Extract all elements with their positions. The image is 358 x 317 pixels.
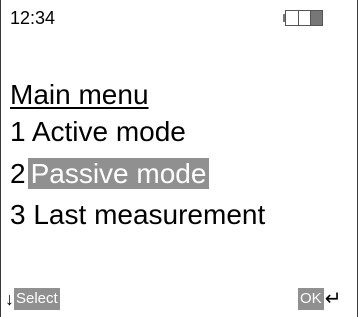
- ok-softkey-label: OK: [298, 288, 324, 310]
- menu-item-number: 2: [10, 158, 26, 189]
- menu-item-active-mode[interactable]: 1 Active mode: [10, 115, 186, 149]
- battery-icon: [283, 10, 323, 26]
- menu-item-number: 1: [10, 116, 26, 147]
- menu-title: Main menu: [10, 79, 149, 110]
- menu-item-label: Last measurement: [33, 199, 266, 230]
- select-softkey-label: Select: [14, 288, 60, 310]
- battery-segment: [286, 11, 298, 25]
- battery-segment: [310, 11, 322, 25]
- menu-item-label-selected: Passive mode: [27, 158, 210, 189]
- menu-item-label: Active mode: [31, 116, 186, 147]
- clock: 12:34: [10, 8, 56, 28]
- menu-item-last-measurement[interactable]: 3 Last measurement: [10, 198, 265, 232]
- menu-item-number: 3: [10, 199, 26, 230]
- select-softkey[interactable]: ↓ Select: [5, 288, 60, 310]
- device-screen: 12:34 Main menu 1 Active mode 2 Passive m…: [0, 0, 358, 317]
- battery-segment: [298, 11, 310, 25]
- enter-icon: ↵: [324, 288, 342, 310]
- ok-softkey[interactable]: OK ↵: [298, 288, 341, 310]
- menu-item-passive-mode[interactable]: 2 Passive mode: [10, 157, 210, 191]
- down-arrow-icon: ↓: [5, 289, 14, 309]
- battery-body: [285, 10, 323, 26]
